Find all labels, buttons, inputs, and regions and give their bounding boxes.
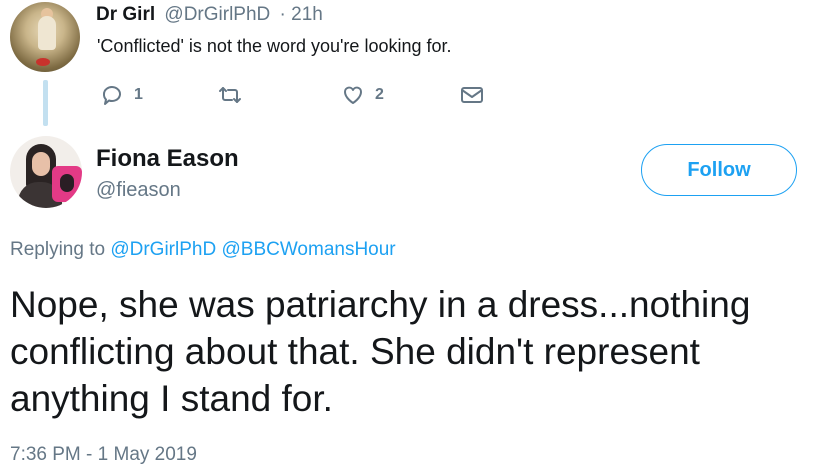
reply-icon [102, 86, 121, 105]
avatar-fiona-eason[interactable] [10, 136, 82, 208]
like-count: 2 [375, 86, 384, 103]
reply-button[interactable]: 1 [100, 82, 143, 108]
tweet-body: Nope, she was patriarchy in a dress...no… [10, 281, 750, 422]
author-handle[interactable]: @fieason [96, 179, 181, 202]
retweet-icon [219, 87, 241, 103]
avatar-detail [32, 152, 50, 176]
parent-tweet-header: Dr Girl @DrGirlPhD · 21h [96, 4, 323, 26]
parent-display-name[interactable]: Dr Girl [96, 4, 155, 25]
retweet-button[interactable] [218, 82, 242, 108]
tweet-body-line: conflicting about that. She didn't repre… [10, 331, 700, 372]
avatar-detail [60, 174, 74, 192]
envelope-icon [461, 87, 483, 103]
avatar-dr-girl[interactable] [10, 2, 80, 72]
parent-time[interactable]: · 21h [280, 4, 323, 25]
replying-to-line: Replying to @DrGirlPhD @BBCWomansHour [10, 239, 396, 261]
parent-handle[interactable]: @DrGirlPhD [164, 4, 270, 25]
tweet-body-line: Nope, she was patriarchy in a dress...no… [10, 284, 751, 325]
reply-mention-link[interactable]: @BBCWomansHour [221, 239, 395, 260]
avatar-detail [38, 16, 56, 50]
tweet-body-line: anything I stand for. [10, 378, 333, 419]
reply-mention-link[interactable]: @DrGirlPhD [110, 239, 216, 260]
replying-prefix: Replying to [10, 239, 106, 260]
direct-message-button[interactable] [460, 82, 484, 108]
follow-button[interactable]: Follow [641, 144, 797, 196]
like-button[interactable]: 2 [341, 82, 384, 108]
tweet-timestamp[interactable]: 7:36 PM - 1 May 2019 [10, 444, 197, 466]
author-display-name[interactable]: Fiona Eason [96, 145, 239, 173]
avatar-detail [36, 58, 50, 66]
parent-tweet-text: 'Conflicted' is not the word you're look… [97, 36, 452, 56]
reply-count: 1 [134, 86, 143, 103]
thread-connector-line [43, 80, 48, 126]
heart-icon [344, 86, 362, 104]
